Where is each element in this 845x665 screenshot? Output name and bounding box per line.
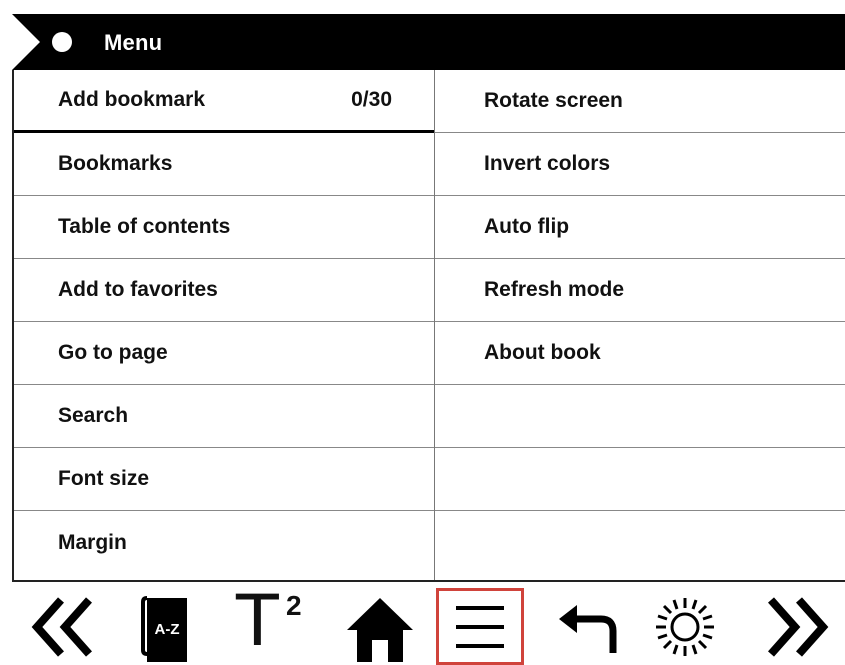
menu-item-table-of-contents[interactable]: Table of contents (14, 196, 434, 259)
menu-item-label: Rotate screen (484, 89, 623, 112)
back-button[interactable] (548, 588, 628, 665)
brightness-button[interactable] (645, 588, 725, 665)
left-menu-column: Add bookmark 0/30 Bookmarks Table of con… (14, 70, 434, 574)
dictionary-icon: A-Z (141, 595, 187, 662)
bookmark-count: 0/30 (351, 88, 392, 111)
double-chevron-right-icon (768, 596, 829, 657)
circle-icon (52, 32, 72, 52)
menu-item-add-to-favorites[interactable]: Add to favorites (14, 259, 434, 322)
menu-button[interactable] (436, 588, 524, 665)
font-size-icon: T 2 (234, 586, 310, 662)
home-button[interactable] (340, 588, 420, 665)
next-page-button[interactable] (758, 588, 838, 665)
menu-title: Menu (104, 30, 163, 55)
menu-item-label: Go to page (58, 341, 168, 364)
font-size-letter: T (236, 579, 279, 662)
dictionary-label: A-Z (155, 621, 180, 638)
menu-item-refresh-mode[interactable]: Refresh mode (435, 259, 845, 322)
brightness-icon (656, 597, 714, 656)
menu-item-rotate-screen[interactable]: Rotate screen (435, 70, 845, 133)
menu-panel: Add bookmark 0/30 Bookmarks Table of con… (12, 70, 845, 582)
double-chevron-left-icon (31, 596, 92, 657)
menu-item-go-to-page[interactable]: Go to page (14, 322, 434, 385)
menu-item-label: Add to favorites (58, 278, 218, 301)
menu-icon (456, 605, 504, 648)
home-icon (347, 597, 413, 662)
previous-page-button[interactable] (22, 588, 102, 665)
dictionary-button[interactable]: A-Z (133, 588, 197, 665)
menu-item-add-bookmark[interactable]: Add bookmark 0/30 (14, 70, 434, 133)
font-size-superscript: 2 (286, 589, 302, 621)
back-notch-icon[interactable] (12, 14, 40, 70)
menu-item-label: Bookmarks (58, 152, 173, 175)
menu-item-search[interactable]: Search (14, 385, 434, 448)
menu-item-label: Table of contents (58, 215, 231, 238)
menu-item-auto-flip[interactable]: Auto flip (435, 196, 845, 259)
menu-title-bar: Menu (12, 14, 845, 70)
menu-item-label: Font size (58, 467, 150, 490)
menu-item-label: Invert colors (484, 152, 611, 175)
menu-item-label: Search (58, 404, 129, 427)
menu-item-font-size[interactable]: Font size (14, 448, 434, 511)
empty-menu-row (435, 511, 845, 574)
back-arrow-icon (559, 604, 617, 653)
menu-item-label: Auto flip (484, 215, 570, 238)
menu-item-invert-colors[interactable]: Invert colors (435, 133, 845, 196)
empty-menu-row (435, 385, 845, 448)
menu-item-label: About book (484, 341, 601, 364)
menu-item-label: Refresh mode (484, 278, 625, 301)
menu-item-margin[interactable]: Margin (14, 511, 434, 574)
empty-menu-row (435, 448, 845, 511)
bottom-toolbar: A-Z T 2 (0, 586, 845, 665)
menu-item-about-book[interactable]: About book (435, 322, 845, 385)
menu-item-label: Add bookmark (58, 88, 206, 111)
menu-item-label: Margin (58, 530, 127, 554)
menu-item-bookmarks[interactable]: Bookmarks (14, 133, 434, 196)
right-menu-column: Rotate screen Invert colors Auto flip Re… (435, 70, 845, 574)
font-size-button[interactable]: T 2 (232, 586, 312, 665)
